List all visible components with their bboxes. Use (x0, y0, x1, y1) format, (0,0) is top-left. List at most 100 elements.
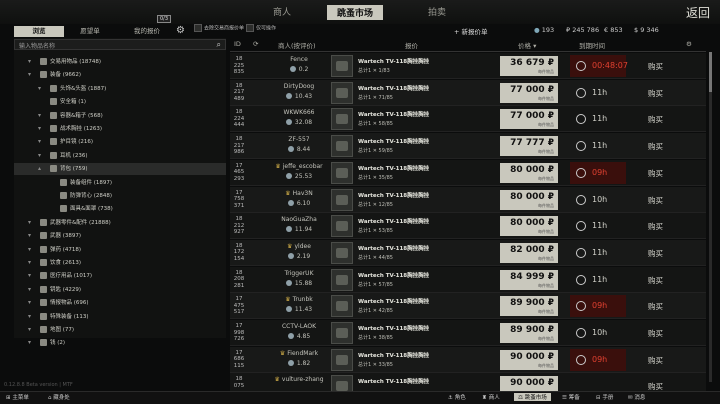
tab-wishlist[interactable]: 愿望单 (70, 26, 110, 37)
table-row[interactable]: 17 758 371 ♛ Hav3N 6.10 Wartech TV-118胸挂胸挂 总计… (230, 186, 706, 213)
table-row[interactable]: 18 208 281 TriggerUK 15.88 Wartech TV-118胸挂… (230, 266, 706, 293)
table-row[interactable]: 18 172 154 ♛ yldee 2.19 Wartech TV-118胸挂胸挂 总计… (230, 239, 706, 266)
seller-name[interactable]: ♛ jeffe_escobar (260, 163, 338, 170)
seller-name[interactable]: CCTV-LAOK (260, 323, 338, 330)
category-item[interactable]: ▾ 头饰&头盔 (1887) (14, 83, 226, 95)
buy-button[interactable]: 购买 (648, 355, 663, 366)
buy-button[interactable]: 购买 (648, 195, 663, 206)
col-id[interactable]: ID (234, 40, 241, 51)
chevron-icon[interactable]: ▴ (38, 163, 41, 175)
category-item[interactable]: ▾ 钥匙 (4229) (14, 284, 226, 296)
chevron-icon[interactable]: ▾ (28, 230, 31, 242)
chevron-icon[interactable]: ▾ (28, 311, 31, 323)
remove-trader-offers-toggle[interactable]: 去除交易商报价单 (194, 24, 244, 32)
item-thumbnail[interactable] (331, 348, 353, 371)
table-row[interactable]: 17 686 115 ♛ FiendMark 1.82 Wartech TV-118胸挂… (230, 346, 706, 373)
item-thumbnail[interactable] (331, 295, 353, 318)
scrollbar-track[interactable] (709, 52, 712, 382)
category-item[interactable]: ▾ 情报物品 (696) (14, 297, 226, 309)
back-button[interactable]: 返回 (686, 4, 710, 21)
chevron-icon[interactable]: ▾ (28, 270, 31, 282)
item-thumbnail[interactable] (331, 322, 353, 344)
nav-traders[interactable]: 商人 (273, 5, 291, 18)
category-item[interactable]: ▾ 装备 (9662) (14, 69, 226, 81)
operable-only-toggle[interactable]: 仅可操作 (246, 24, 276, 32)
nav-flea-market[interactable]: 跳蚤市场 (327, 5, 384, 20)
table-row[interactable]: 17 998 726 CCTV-LAOK 4.85 Wartech TV-118胸挂胸… (230, 320, 706, 346)
scrollbar-thumb[interactable] (709, 52, 712, 92)
bottom-handbook[interactable]: ⊟ 手册 (596, 393, 613, 401)
category-item[interactable]: ▾ 饮食 (2613) (14, 257, 226, 269)
bottom-flea-market[interactable]: ⚖ 跳蚤市场 (514, 393, 551, 401)
item-thumbnail[interactable] (331, 55, 353, 77)
buy-button[interactable]: 购买 (648, 61, 663, 72)
chevron-icon[interactable]: ▾ (28, 244, 31, 256)
bottom-traders[interactable]: ♜ 商人 (482, 393, 500, 401)
chevron-icon[interactable]: ▾ (28, 56, 31, 68)
category-item[interactable]: ▾ 地图 (77) (14, 324, 226, 336)
seller-name[interactable]: DirtyDoog (260, 83, 338, 90)
chevron-icon[interactable]: ▾ (28, 337, 31, 349)
chevron-icon[interactable]: ▾ (38, 136, 41, 148)
buy-button[interactable]: 购买 (648, 141, 663, 152)
seller-name[interactable]: Fence (260, 56, 338, 63)
buy-button[interactable]: 购买 (648, 114, 663, 125)
tab-browse[interactable]: 浏览 (14, 26, 64, 37)
chevron-icon[interactable]: ▾ (28, 324, 31, 336)
gear-icon[interactable]: ⚙ (176, 25, 185, 36)
category-item[interactable]: ▾ 容器&箱子 (568) (14, 110, 226, 122)
search-input[interactable]: 输入物品名称 ⌕ (14, 39, 226, 50)
add-offer-button[interactable]: + 新报价单 (454, 26, 488, 36)
chevron-icon[interactable]: ▾ (28, 257, 31, 269)
col-seller[interactable]: 商人(按评价) (278, 40, 316, 51)
col-expire[interactable]: 到期时间 (579, 40, 605, 51)
table-row[interactable]: 18 217 489 DirtyDoog 10.43 Wartech TV-118胸挂… (230, 79, 706, 106)
settings-icon[interactable]: ⚙ (686, 40, 692, 51)
category-item[interactable]: ▾ 医疗用品 (1017) (14, 270, 226, 282)
item-thumbnail[interactable] (331, 81, 353, 104)
chevron-icon[interactable]: ▾ (28, 217, 31, 229)
bottom-hideout[interactable]: ⌂ 藏身处 (48, 393, 70, 401)
table-row[interactable]: 18 212 927 NaoGuaZha 11.94 Wartech TV-118胸挂… (230, 213, 706, 240)
chevron-icon[interactable]: ▾ (28, 297, 31, 309)
item-thumbnail[interactable] (331, 161, 353, 184)
category-item[interactable]: ▾ 护目镜 (216) (14, 136, 226, 148)
item-thumbnail[interactable] (331, 241, 353, 264)
category-item[interactable]: ▾ 武器 (3897) (14, 230, 226, 242)
chevron-icon[interactable]: ▾ (38, 110, 41, 122)
seller-name[interactable]: ♛ yldee (260, 243, 338, 250)
buy-button[interactable]: 购买 (648, 248, 663, 259)
bottom-messages[interactable]: ✉ 消息 (628, 393, 645, 401)
category-item[interactable]: 安全箱 (1) (14, 96, 226, 108)
refresh-icon[interactable]: ⟳ (253, 40, 258, 51)
category-item[interactable]: 面具&面罩 (738) (14, 203, 226, 215)
nav-auction[interactable]: 拍卖 (428, 5, 446, 18)
search-icon[interactable]: ⌕ (217, 40, 221, 50)
chevron-icon[interactable]: ▾ (28, 284, 31, 296)
buy-button[interactable]: 购买 (648, 168, 663, 179)
chevron-icon[interactable]: ▾ (38, 150, 41, 162)
tab-my-offers[interactable]: 我的报价 (122, 26, 172, 37)
category-item[interactable]: ▾ 钱 (2) (14, 337, 226, 349)
seller-name[interactable]: ♛ Hav3N (260, 190, 338, 197)
bottom-main-menu[interactable]: ⊞ 主菜单 (6, 393, 29, 401)
buy-button[interactable]: 购买 (648, 301, 663, 312)
bottom-character[interactable]: ⚓ 角色 (448, 393, 466, 401)
seller-name[interactable]: ♛ Trunbk (260, 296, 338, 303)
table-row[interactable]: 18 224 444 WKWK666 32.08 Wartech TV-118胸挂胸挂… (230, 106, 706, 133)
seller-name[interactable]: ♛ vulture-zhang (260, 376, 338, 383)
category-item[interactable]: 防弹背心 (2848) (14, 190, 226, 202)
item-thumbnail[interactable] (331, 268, 353, 291)
category-item[interactable]: ▾ 耳机 (236) (14, 150, 226, 162)
seller-name[interactable]: NaoGuaZha (260, 216, 338, 223)
table-row[interactable]: 17 465 293 ♛ jeffe_escobar 25.53 Wartech TV-… (230, 159, 706, 186)
category-item[interactable]: ▾ 交易用物品 (18748) (14, 56, 226, 68)
table-row[interactable]: 18 217 986 ZF-557 8.44 Wartech TV-118胸挂胸挂 总计… (230, 133, 706, 160)
item-thumbnail[interactable] (331, 108, 353, 131)
seller-name[interactable]: ZF-557 (260, 136, 338, 143)
table-row[interactable]: 17 475 517 ♛ Trunbk 11.43 Wartech TV-118胸挂胸挂… (230, 293, 706, 320)
item-thumbnail[interactable] (331, 215, 353, 238)
bottom-prepare[interactable]: ☰ 筹备 (562, 393, 580, 401)
col-offer[interactable]: 报价 (405, 40, 418, 51)
item-thumbnail[interactable] (331, 188, 353, 211)
